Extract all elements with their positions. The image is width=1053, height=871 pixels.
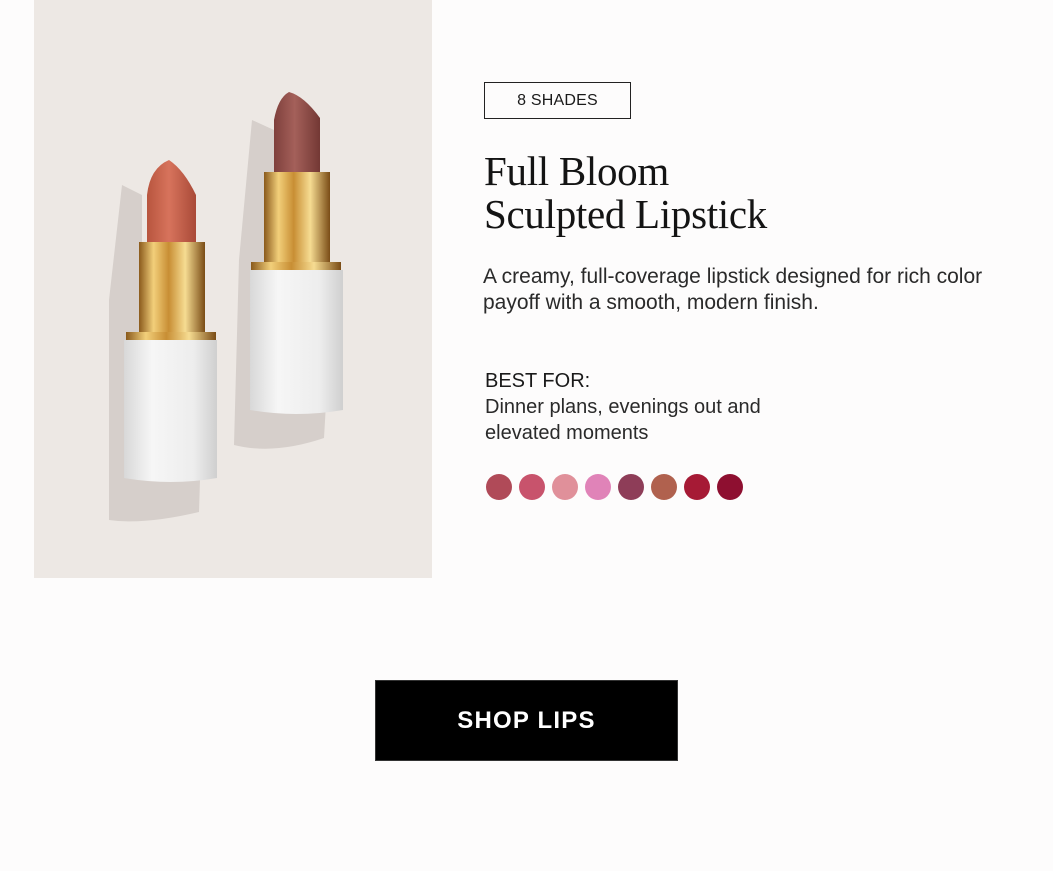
shade-swatch-6[interactable] [651, 474, 677, 500]
lipstick-mauve-icon [234, 92, 343, 449]
product-description: A creamy, full-coverage lipstick designe… [483, 265, 983, 314]
shade-swatch-3[interactable] [552, 474, 578, 500]
shade-swatch-8[interactable] [717, 474, 743, 500]
shade-count-badge: 8 SHADES [484, 82, 631, 119]
shop-lips-button[interactable]: SHOP LIPS [375, 680, 678, 761]
product-title: Full Bloom Sculpted Lipstick [484, 150, 767, 236]
product-image[interactable] [34, 0, 432, 578]
lipstick-coral-icon [109, 160, 217, 522]
product-title-line2: Sculpted Lipstick [484, 191, 768, 237]
best-for-text: Dinner plans, evenings out and elevated … [485, 396, 761, 444]
shade-swatch-4[interactable] [585, 474, 611, 500]
shade-swatches [486, 474, 743, 500]
shade-swatch-2[interactable] [519, 474, 545, 500]
product-title-line1: Full Bloom [484, 148, 669, 194]
best-for-label: BEST FOR: [485, 370, 591, 392]
shade-swatch-7[interactable] [684, 474, 710, 500]
shade-swatch-1[interactable] [486, 474, 512, 500]
product-feature-page: 8 SHADES Full Bloom Sculpted Lipstick A … [0, 0, 1053, 871]
shade-swatch-5[interactable] [618, 474, 644, 500]
